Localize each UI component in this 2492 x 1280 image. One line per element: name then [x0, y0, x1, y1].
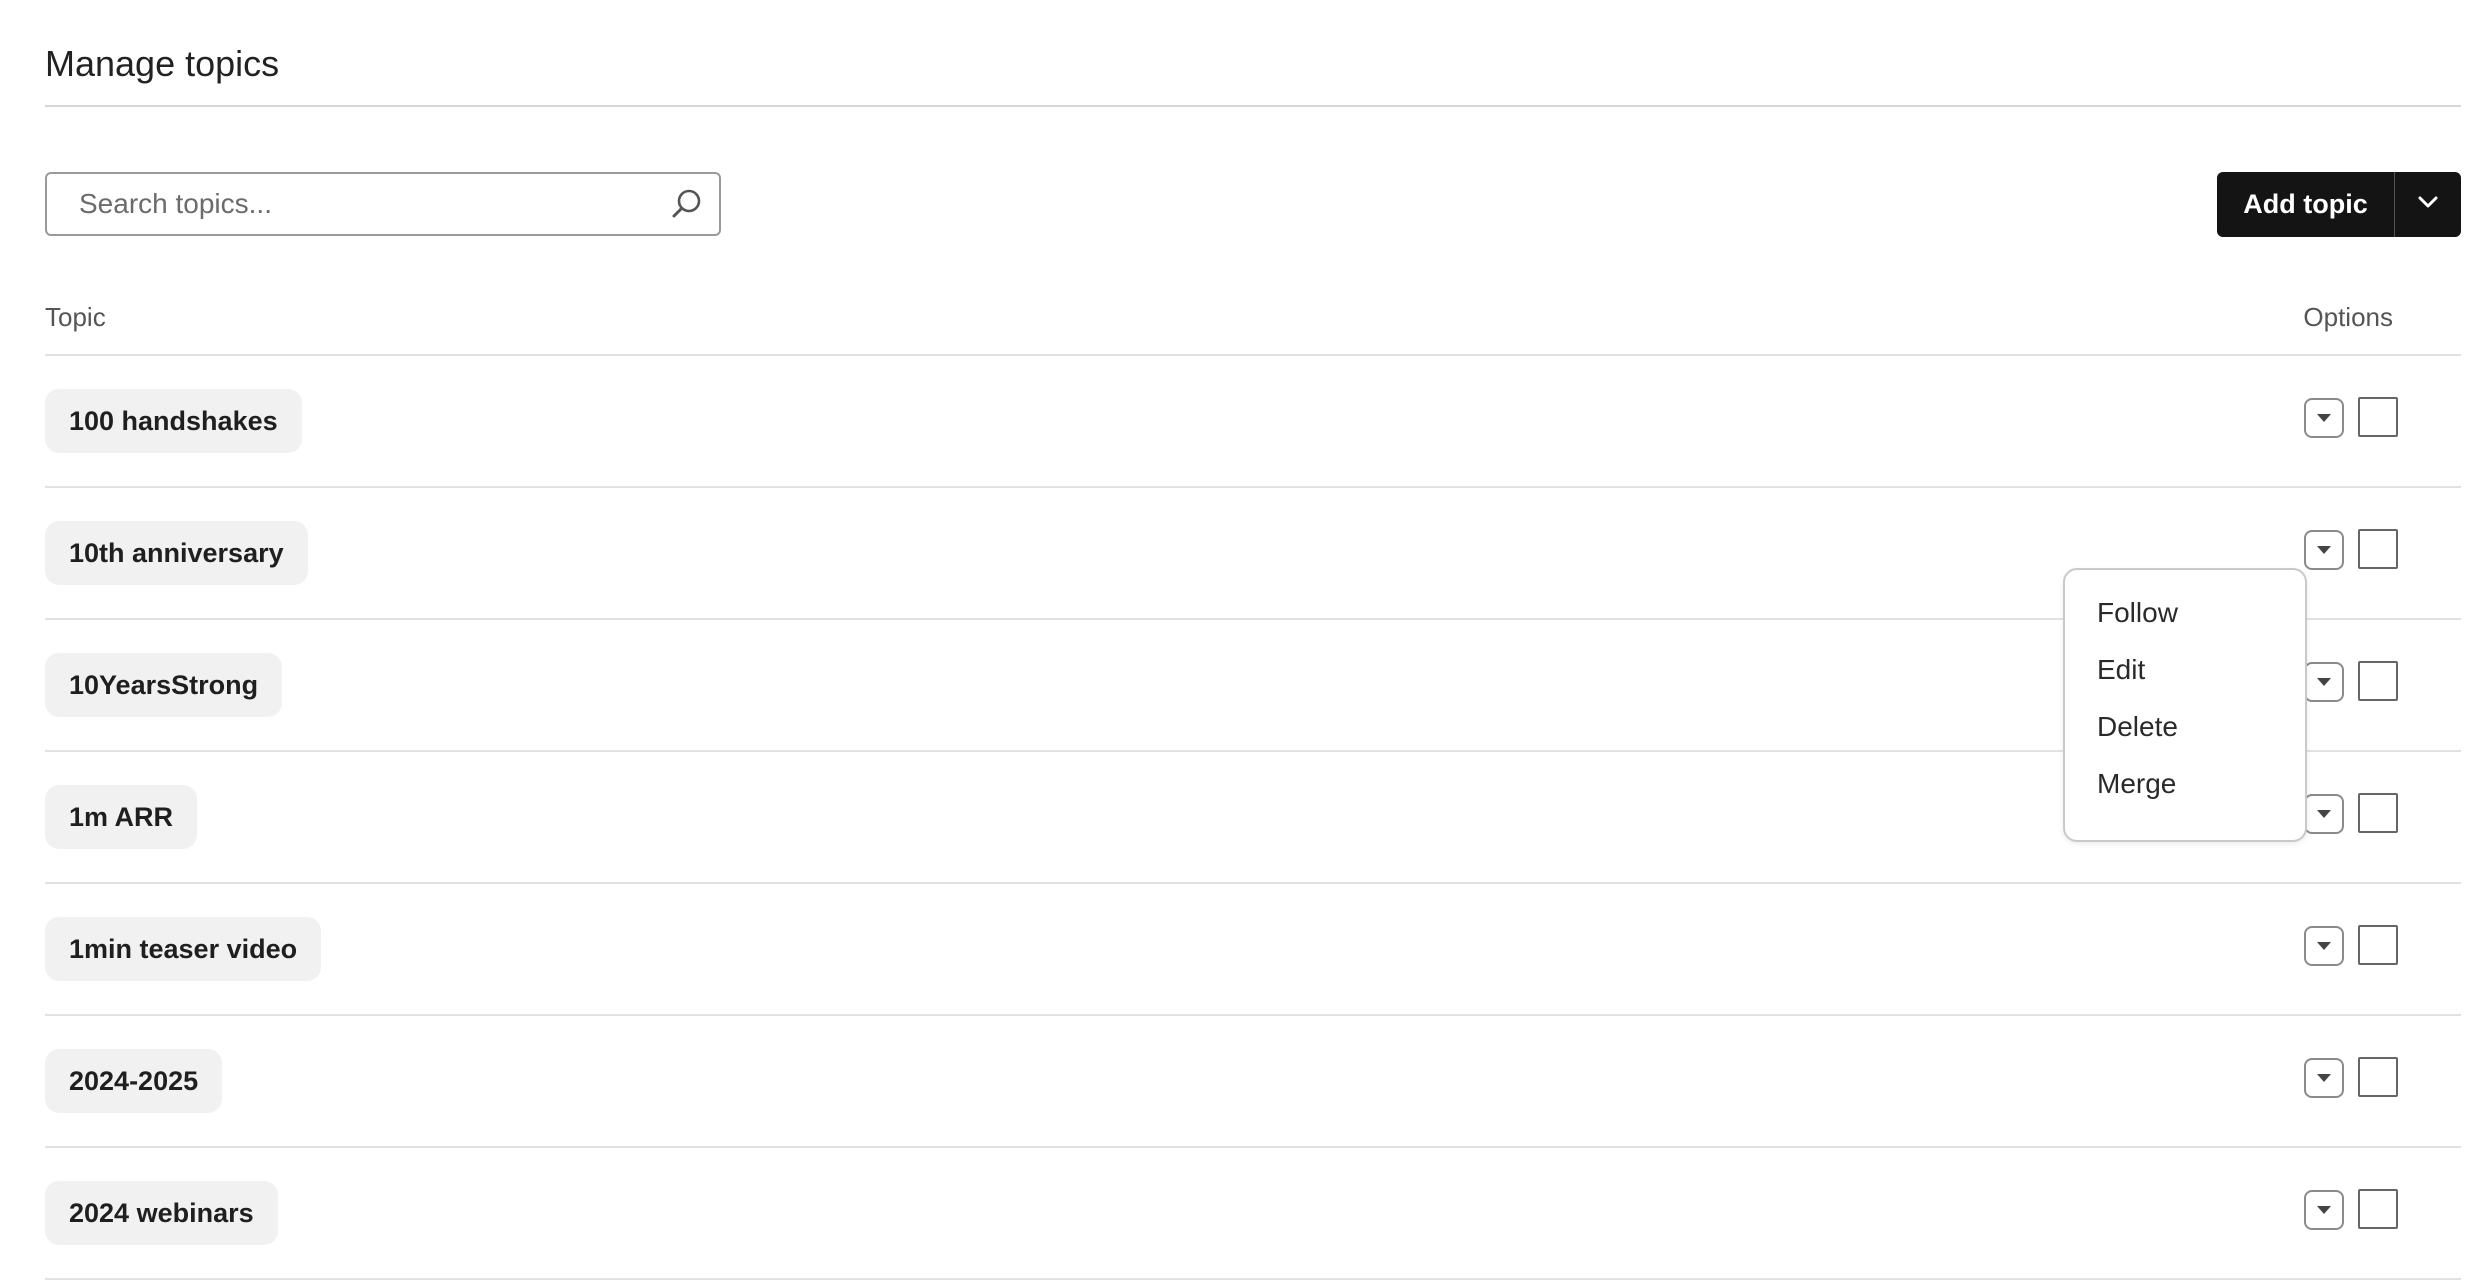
menu-item-merge[interactable]: Merge	[2065, 755, 2305, 812]
row-checkbox[interactable]	[2358, 793, 2398, 833]
page-title: Manage topics	[45, 43, 280, 84]
caret-down-icon	[2317, 546, 2331, 554]
row-checkbox[interactable]	[2358, 529, 2398, 569]
table-row: 2024-2025	[45, 1016, 2461, 1148]
title-divider	[45, 105, 2461, 107]
topic-pill[interactable]: 10th anniversary	[45, 521, 308, 585]
topic-pill[interactable]: 2024-2025	[45, 1049, 223, 1113]
topic-pill[interactable]: 1min teaser video	[45, 917, 322, 981]
row-options-button[interactable]	[2304, 926, 2344, 966]
menu-item-delete[interactable]: Delete	[2065, 698, 2305, 755]
add-topic-button[interactable]: Add topic	[2217, 172, 2395, 237]
row-checkbox[interactable]	[2358, 1189, 2398, 1229]
caret-down-icon	[2317, 810, 2331, 818]
add-topic-split-button: Add topic	[2217, 172, 2461, 237]
menu-item-follow[interactable]: Follow	[2065, 584, 2305, 641]
row-checkbox[interactable]	[2358, 661, 2398, 701]
topic-pill[interactable]: 10YearsStrong	[45, 653, 283, 717]
add-topic-menu-toggle[interactable]	[2395, 172, 2461, 237]
caret-down-icon	[2317, 414, 2331, 422]
chevron-down-icon	[2417, 195, 2439, 214]
row-options-button[interactable]	[2304, 662, 2344, 702]
table-header: Topic Options	[45, 300, 2461, 356]
topic-pill[interactable]: 2024 webinars	[45, 1181, 278, 1245]
table-row: 1min teaser video	[45, 884, 2461, 1016]
row-checkbox[interactable]	[2358, 397, 2398, 437]
column-header-options: Options	[2303, 302, 2393, 332]
row-options-button[interactable]	[2304, 1190, 2344, 1230]
search-box[interactable]	[45, 172, 721, 236]
search-input[interactable]	[49, 176, 649, 232]
menu-item-edit[interactable]: Edit	[2065, 641, 2305, 698]
row-options-button[interactable]	[2304, 530, 2344, 570]
row-options-button[interactable]	[2304, 794, 2344, 834]
caret-down-icon	[2317, 1074, 2331, 1082]
caret-down-icon	[2317, 942, 2331, 950]
row-options-button[interactable]	[2304, 398, 2344, 438]
row-checkbox[interactable]	[2358, 1057, 2398, 1097]
search-icon[interactable]	[669, 186, 705, 222]
row-options-button[interactable]	[2304, 1058, 2344, 1098]
topic-options-menu: Follow Edit Delete Merge	[2063, 568, 2307, 842]
table-row: 100 handshakes	[45, 356, 2461, 488]
caret-down-icon	[2317, 1206, 2331, 1214]
topic-pill[interactable]: 1m ARR	[45, 785, 198, 849]
column-header-topic: Topic	[45, 302, 106, 332]
table-row: 2024 webinars	[45, 1148, 2461, 1280]
row-checkbox[interactable]	[2358, 925, 2398, 965]
topic-pill[interactable]: 100 handshakes	[45, 389, 302, 453]
caret-down-icon	[2317, 678, 2331, 686]
